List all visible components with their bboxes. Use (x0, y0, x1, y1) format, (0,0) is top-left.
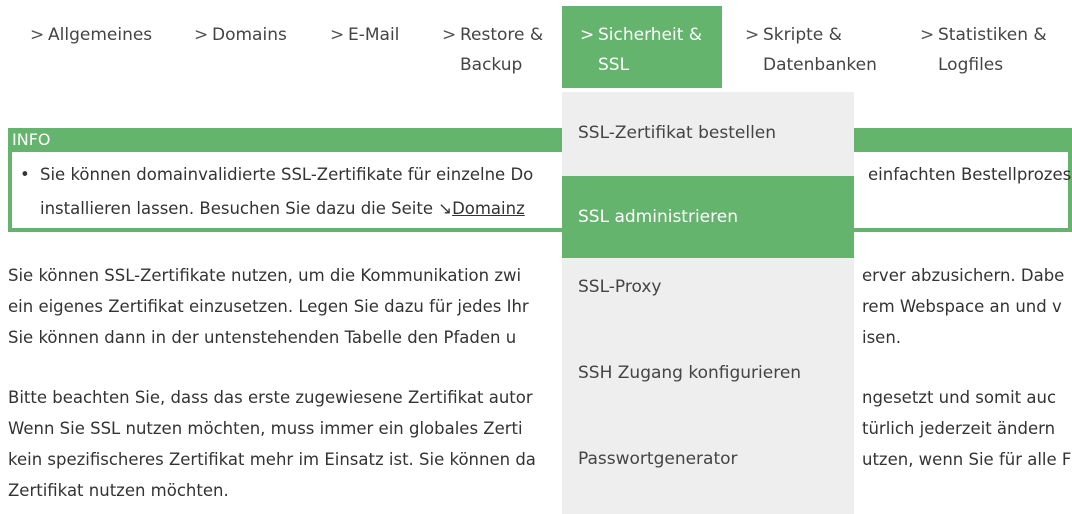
nav-label-line2: Datenbanken (763, 55, 877, 75)
main-nav: > Allgemeines > Domains > E-Mail > Restore &… (0, 0, 1072, 92)
text-line: kein spezifischeres Zertifikat mehr im E… (8, 444, 1072, 475)
menu-item-ssl-proxy[interactable]: SSL-Proxy (562, 246, 854, 328)
nav-label-line1: Restore & (460, 25, 544, 45)
chevron-right-icon: > (580, 25, 595, 45)
chevron-right-icon: > (920, 25, 935, 45)
text-segment: Zertifikat nutzen möchten. (8, 481, 229, 500)
chevron-right-icon: > (30, 25, 45, 45)
text-line: ein eigenes Zertifikat einzusetzen. Lege… (8, 291, 1072, 322)
text-line: Zertifikat nutzen möchten. (8, 475, 1072, 506)
nav-item-sicherheit-ssl[interactable]: > Sicherheit & SSL (562, 6, 722, 88)
text-segment: kein spezifischeres Zertifikat mehr im E… (8, 450, 536, 469)
text-segment: erver abzusichern. Dabe (862, 266, 1065, 285)
domain-link[interactable]: Domainz (452, 199, 525, 218)
text-segment: ein eigenes Zertifikat einzusetzen. Lege… (8, 297, 529, 316)
dropdown-menu-sicherheit-ssl: SSL-Zertifikat bestellen SSL administrie… (562, 92, 854, 514)
info-text: installieren lassen. Besuchen Sie dazu d… (40, 199, 439, 218)
info-text: Sie können domainvalidierte SSL-Zertifik… (40, 165, 534, 184)
chevron-right-icon: > (194, 25, 209, 45)
chevron-right-icon: > (745, 25, 760, 45)
text-line: Sie können dann in der untenstehenden Ta… (8, 322, 1072, 353)
menu-item-ssl-zertifikat-bestellen[interactable]: SSL-Zertifikat bestellen (562, 92, 854, 174)
chevron-right-icon: > (330, 25, 345, 45)
nav-item-domains[interactable]: > Domains (194, 6, 287, 88)
nav-label-line2: Logfiles (938, 55, 1004, 75)
info-text-end: einfachten Bestellprozes (868, 165, 1072, 184)
text-segment: Sie können dann in der untenstehenden Ta… (8, 328, 517, 347)
paragraph-ssl-notice: Bitte beachten Sie, dass das erste zugew… (8, 382, 1072, 506)
nav-label-line1: Skripte & (763, 25, 842, 45)
text-segment: Sie können SSL-Zertifikate nutzen, um di… (8, 266, 522, 285)
text-line: Sie können SSL-Zertifikate nutzen, um di… (8, 260, 1072, 291)
nav-item-email[interactable]: > E-Mail (330, 6, 399, 88)
text-line: Bitte beachten Sie, dass das erste zugew… (8, 382, 1072, 413)
text-line: Wenn Sie SSL nutzen möchten, muss immer … (8, 413, 1072, 444)
info-line-1: Sie können domainvalidierte SSL-Zertifik… (20, 158, 1072, 192)
text-segment: utzen, wenn Sie für alle F (862, 450, 1072, 469)
chevron-right-icon: > (442, 25, 457, 45)
nav-label: Statistiken & Logfiles (938, 20, 1047, 80)
bullet: • (20, 165, 30, 184)
nav-label: E-Mail (348, 25, 400, 45)
nav-item-restore-backup[interactable]: > Restore & Backup (442, 6, 543, 88)
nav-label-line2: Backup (460, 55, 523, 75)
info-title: INFO (8, 128, 1072, 152)
nav-label-line1: Sicherheit & (598, 25, 703, 45)
link-arrow-icon: ↘ (438, 199, 453, 218)
nav-label: Skripte & Datenbanken (763, 20, 877, 80)
nav-label-line2: SSL (598, 55, 630, 75)
info-content: • Sie können domainvalidierte SSL-Zertif… (20, 158, 1072, 226)
nav-label: Domains (212, 25, 287, 45)
nav-item-skripte-datenbanken[interactable]: > Skripte & Datenbanken (745, 6, 877, 88)
nav-label: Sicherheit & SSL (598, 20, 702, 80)
text-segment: ngesetzt und somit auc (862, 388, 1057, 407)
text-segment: Bitte beachten Sie, dass das erste zugew… (8, 388, 533, 407)
nav-item-statistiken-logfiles[interactable]: > Statistiken & Logfiles (920, 6, 1047, 88)
nav-item-allgemeines[interactable]: > Allgemeines (30, 6, 152, 88)
menu-item-ssh-zugang[interactable]: SSH Zugang konfigurieren (562, 332, 854, 414)
paragraph-ssl-usage: Sie können SSL-Zertifikate nutzen, um di… (8, 260, 1072, 353)
text-segment: türlich jederzeit ändern (862, 419, 1056, 438)
menu-item-passwortgenerator[interactable]: Passwortgenerator (562, 418, 854, 500)
text-segment: Wenn Sie SSL nutzen möchten, muss immer … (8, 419, 523, 438)
nav-label: Restore & Backup (460, 20, 543, 80)
nav-label-line1: Statistiken & (938, 25, 1047, 45)
nav-label: Allgemeines (48, 25, 153, 45)
info-box: INFO • Sie können domainvalidierte SSL-Z… (8, 128, 1072, 232)
text-segment: rem Webspace an und v (862, 297, 1062, 316)
text-segment: isen. (862, 328, 902, 347)
info-line-2: installieren lassen. Besuchen Sie dazu d… (20, 192, 1072, 226)
